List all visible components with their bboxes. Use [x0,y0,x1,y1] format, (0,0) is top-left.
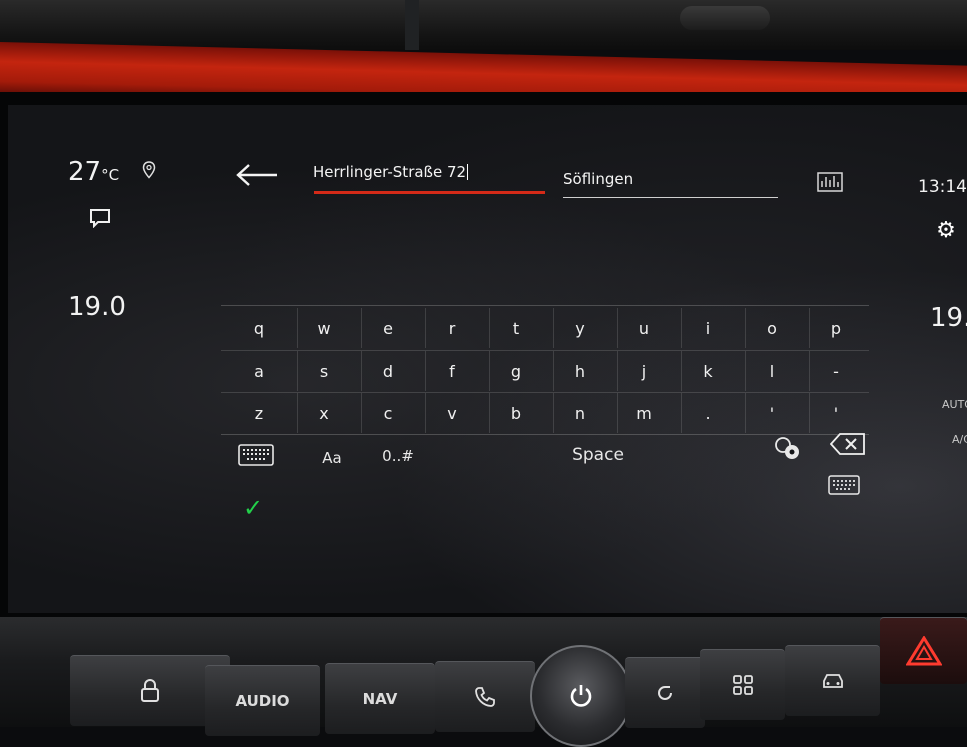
district-input[interactable]: Söflingen [563,170,633,188]
key-row2-7[interactable]: k [681,351,734,391]
key-row3-2[interactable]: c [361,393,414,433]
hazard-icon [905,636,942,666]
back-arrow-icon [236,164,277,186]
text-cursor [467,164,469,180]
key-row2-0[interactable]: a [233,351,285,391]
keyboard-row-3: z x c v b n m. ' ' [221,392,869,433]
key-row3-3[interactable]: v [425,393,478,433]
clock: 13:14 [918,177,967,197]
keyboard-icon[interactable] [236,443,276,467]
hazard-button[interactable] [880,617,967,684]
keyboard-hide-icon[interactable] [826,473,862,497]
nav-button[interactable]: NAV [325,663,435,734]
outside-temp-value: 27 [68,157,102,187]
space-key[interactable]: Space [433,438,763,472]
key-row1-0[interactable]: q [233,308,285,348]
backspace-icon[interactable] [828,431,868,457]
key-row1-9[interactable]: p [809,308,862,348]
key-row2-8[interactable]: l [745,351,798,391]
symbols-key[interactable]: 0..# [373,441,423,471]
vent-slat [405,0,419,50]
key-row3-7[interactable]: . [681,393,734,433]
left-temp-setpoint[interactable]: 19.0 [68,292,126,322]
touchscreen: 27°C 19.0 13:14 ⚙ 19. AUTO A/C Herrlinge… [8,105,967,613]
address-input-underline [314,191,545,194]
key-row3-5[interactable]: n [553,393,606,433]
phone-button[interactable] [435,661,535,732]
apps-button[interactable] [700,649,785,720]
key-row1-6[interactable]: u [617,308,670,348]
key-row2-6[interactable]: j [617,351,670,391]
key-row2-1[interactable]: s [297,351,350,391]
keyboard-row-2: asdfghjkl- [221,350,869,391]
key-row3-4[interactable]: b [489,393,542,433]
power-icon [570,685,592,707]
language-icon[interactable] [771,433,803,463]
ac-label[interactable]: A/C [952,433,967,446]
chat-icon[interactable] [88,207,112,229]
key-row2-5[interactable]: h [553,351,606,391]
air-vent [680,6,770,30]
key-row1-3[interactable]: r [425,308,478,348]
key-row2-9[interactable]: - [809,351,862,391]
key-row3-8[interactable]: ' [745,393,798,433]
key-row2-4[interactable]: g [489,351,542,391]
key-row1-7[interactable]: i [681,308,734,348]
outside-temperature: 27°C [68,157,119,187]
key-row1-1[interactable]: w [297,308,350,348]
map-icon[interactable] [816,171,844,193]
phone-icon [475,687,495,707]
back-hardware-button[interactable] [625,657,705,728]
district-input-underline [563,197,778,198]
keyboard-row-1: qwertyuiop [221,308,869,348]
key-row1-4[interactable]: t [489,308,542,348]
pin-icon[interactable] [140,160,158,180]
address-input-value: Herrlinger-Straße 72 [313,163,467,181]
key-row2-2[interactable]: d [361,351,414,391]
auto-climate-label[interactable]: AUTO [942,398,967,411]
checkmark-icon[interactable]: ✓ [236,493,270,523]
key-row3-9[interactable]: ' [809,393,862,433]
lock-icon [141,679,159,702]
key-row1-5[interactable]: y [553,308,606,348]
back-curve-icon [658,686,672,700]
key-row3-1[interactable]: x [297,393,350,433]
key-row1-8[interactable]: o [745,308,798,348]
key-row3-0[interactable]: z [233,393,285,433]
outside-temp-unit: °C [101,166,120,184]
dashboard-top [0,0,967,50]
key-row3-6[interactable]: m [617,393,670,433]
gear-icon[interactable]: ⚙ [933,217,959,243]
case-toggle-key[interactable]: Aa [312,443,352,473]
back-button[interactable] [231,157,283,193]
address-input[interactable]: Herrlinger-Straße 72 [313,163,469,181]
key-row1-2[interactable]: e [361,308,414,348]
hardware-control-panel: AUDIO NAV [0,617,967,747]
audio-button[interactable]: AUDIO [205,665,320,736]
car-icon [822,674,843,688]
right-temp-setpoint[interactable]: 19. [930,303,967,333]
key-row2-3[interactable]: f [425,351,478,391]
grid-icon [732,675,753,695]
power-volume-knob[interactable] [530,645,632,747]
onscreen-keyboard: qwertyuiop asdfghjkl- z x c v b n m. ' ' [221,305,869,435]
vehicle-settings-button[interactable] [785,645,880,716]
